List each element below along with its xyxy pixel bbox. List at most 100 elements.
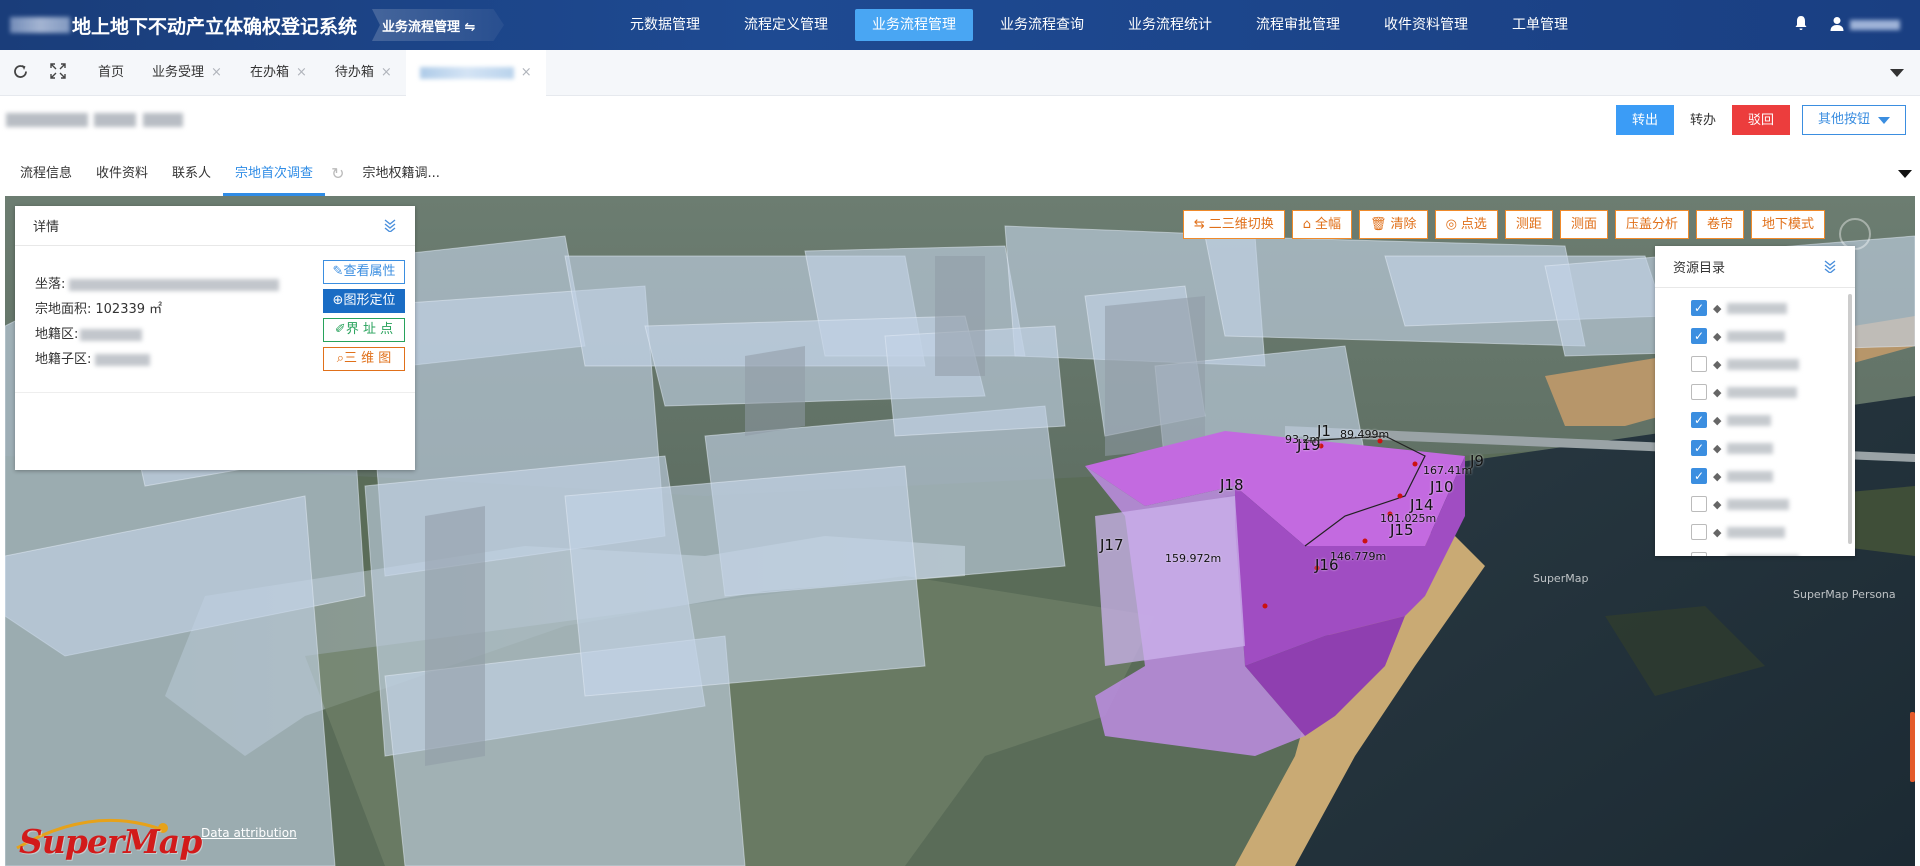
details-title: 详情 (33, 220, 60, 235)
pencil-icon: ✐ (334, 322, 346, 337)
refresh-icon[interactable]: ↻ (325, 156, 350, 196)
layer-checkbox[interactable] (1691, 356, 1707, 372)
brand: 地上地下不动产立体确权登记系统 (10, 0, 357, 50)
tabs-dropdown-icon[interactable] (1890, 69, 1904, 77)
map-tool-button[interactable]: 🗑 清除 (1359, 210, 1428, 239)
side-panel-handle[interactable] (1910, 712, 1915, 782)
more-actions-label: 其他按钮 (1817, 112, 1870, 127)
layer-checkbox[interactable]: ✓ (1691, 468, 1707, 484)
layer-checkbox[interactable]: ✓ (1691, 440, 1707, 456)
layer-name-redacted (1727, 442, 1774, 454)
nav-item[interactable]: 收件资料管理 (1367, 9, 1485, 41)
layer-checkbox[interactable]: ✓ (1691, 300, 1707, 316)
details-fields: 坐落: 宗地面积: 102339 ㎡ 地籍区: 地籍子区: (35, 272, 280, 372)
map-tool-label: 测距 (1515, 217, 1542, 232)
nav-item[interactable]: 业务流程统计 (1111, 9, 1229, 41)
layer-name-redacted (1727, 386, 1798, 398)
layer-checkbox[interactable] (1691, 524, 1707, 540)
layer-checkbox[interactable]: ✓ (1691, 328, 1707, 344)
app-title: 地上地下不动产立体确权登记系统 (72, 15, 358, 38)
collapse-chevrons-icon[interactable] (383, 218, 397, 234)
resource-layer-item: ✓ ◆ (1691, 406, 1799, 434)
map-tool-button[interactable]: 压盖分析 (1614, 210, 1689, 239)
close-icon[interactable]: × (381, 50, 392, 96)
details-panel: 详情 坐落: 宗地面积: 102339 ㎡ 地籍区: 地籍子区: ✎查看属性 ⊕… (15, 206, 415, 470)
page-tab-current[interactable]: × (405, 50, 546, 96)
resource-layer-item: ◆ (1691, 518, 1799, 546)
user-menu[interactable] (1830, 16, 1900, 35)
collapse-chevrons-icon[interactable] (1823, 259, 1837, 275)
target-icon: ◎ (1445, 217, 1457, 232)
sub-tab[interactable]: 宗地权籍调... (350, 156, 451, 196)
layer-checkbox[interactable] (1691, 384, 1707, 400)
layer-checkbox[interactable]: ✓ (1691, 412, 1707, 428)
switch-icon: ⇆ (1193, 217, 1205, 232)
dimension-label: 93.2m (1285, 433, 1321, 446)
transfer-out-button[interactable]: 转出 (1615, 105, 1674, 135)
subdistrict-row: 地籍子区: (35, 347, 279, 372)
module-switch[interactable]: 业务流程管理 ⇋ (372, 9, 504, 41)
locate-shape-button[interactable]: ⊕图形定位 (323, 289, 405, 313)
details-divider (15, 392, 415, 393)
map-tool-button[interactable]: 卷帘 (1695, 210, 1744, 239)
map-tool-button[interactable]: 地下模式 (1750, 210, 1825, 239)
area-row: 宗地面积: 102339 ㎡ (35, 297, 279, 322)
reject-button[interactable]: 驳回 (1731, 105, 1790, 135)
map-tool-label: 压盖分析 (1625, 217, 1678, 232)
close-icon[interactable]: × (211, 50, 222, 96)
refresh-icon[interactable] (10, 63, 30, 83)
map-tool-button[interactable]: ⌂ 全幅 (1291, 210, 1353, 239)
dimension-label: 167.41m (1423, 464, 1473, 477)
nav-item[interactable]: 流程审批管理 (1239, 9, 1357, 41)
district-value-redacted (80, 328, 143, 341)
view-attributes-button[interactable]: ✎查看属性 (323, 260, 405, 284)
fullscreen-icon[interactable] (48, 63, 68, 83)
nav-item[interactable]: 元数据管理 (613, 9, 717, 41)
resource-catalog-panel: 资源目录 ✓◆✓◆◆◆✓◆✓◆✓◆◆◆◆ (1655, 246, 1855, 556)
subdistrict-value-redacted (95, 353, 151, 366)
area-label: 宗地面积: (35, 302, 92, 317)
layers-icon: ◆ (1713, 329, 1722, 343)
sub-tab[interactable]: 收件资料 (84, 156, 160, 196)
layer-checkbox[interactable] (1691, 552, 1707, 556)
sub-tab[interactable]: 联系人 (160, 156, 223, 196)
record-id-redacted (6, 113, 88, 127)
nav-item[interactable]: 流程定义管理 (727, 9, 845, 41)
map-tool-button[interactable]: 测面 (1559, 210, 1608, 239)
action-bar: 转出 转办 驳回 其他按钮 (0, 96, 1920, 146)
page-tab[interactable]: 业务受理 × (138, 50, 236, 96)
close-icon[interactable]: × (521, 50, 532, 96)
layers-icon: ◆ (1713, 413, 1722, 427)
details-header: 详情 (15, 206, 415, 246)
map-tool-button[interactable]: ⇆ 二三维切换 (1182, 210, 1285, 239)
edit-icon: ✎ (332, 264, 344, 279)
dimension-label: 89.499m (1340, 428, 1390, 441)
page-tab[interactable]: 首页 (84, 50, 138, 96)
boundary-points-button[interactable]: ✐界 址 点 (323, 318, 405, 342)
map-3d-view[interactable]: J1 J19 J18 J15 J16 J17 J14 J10 J9 89.499… (5, 196, 1915, 866)
details-buttons: ✎查看属性 ⊕图形定位 ✐界 址 点 ⌕三 维 图 (323, 260, 405, 371)
close-icon[interactable]: × (296, 50, 307, 96)
transfer-button[interactable]: 转办 (1673, 105, 1732, 135)
trash-icon: 🗑 (1370, 217, 1387, 232)
map-tool-button[interactable]: ◎ 点选 (1434, 210, 1498, 239)
nav-item[interactable]: 业务流程查询 (983, 9, 1101, 41)
nav-item[interactable]: 工单管理 (1495, 9, 1585, 41)
map-tool-button[interactable]: 测距 (1504, 210, 1553, 239)
page-tab[interactable]: 待办箱 × (321, 50, 406, 96)
layer-checkbox[interactable] (1691, 496, 1707, 512)
logo-text: SuperMap (19, 822, 202, 861)
subtabs-dropdown-icon[interactable] (1898, 170, 1912, 178)
resource-scrollbar[interactable] (1848, 294, 1852, 544)
layers-icon: ◆ (1713, 497, 1722, 511)
data-attribution-link[interactable]: Data attribution (201, 826, 297, 840)
location-value-redacted (69, 278, 280, 291)
sub-tab[interactable]: 宗地首次调查 (223, 156, 326, 196)
resource-layer-item: ✓ ◆ (1691, 462, 1799, 490)
nav-item[interactable]: 业务流程管理 (855, 9, 973, 41)
three-d-view-button[interactable]: ⌕三 维 图 (323, 347, 405, 371)
page-tab[interactable]: 在办箱 × (236, 50, 321, 96)
bell-icon[interactable] (1794, 15, 1808, 35)
more-actions-button[interactable]: 其他按钮 (1801, 105, 1906, 135)
sub-tab[interactable]: 流程信息 (8, 156, 84, 196)
